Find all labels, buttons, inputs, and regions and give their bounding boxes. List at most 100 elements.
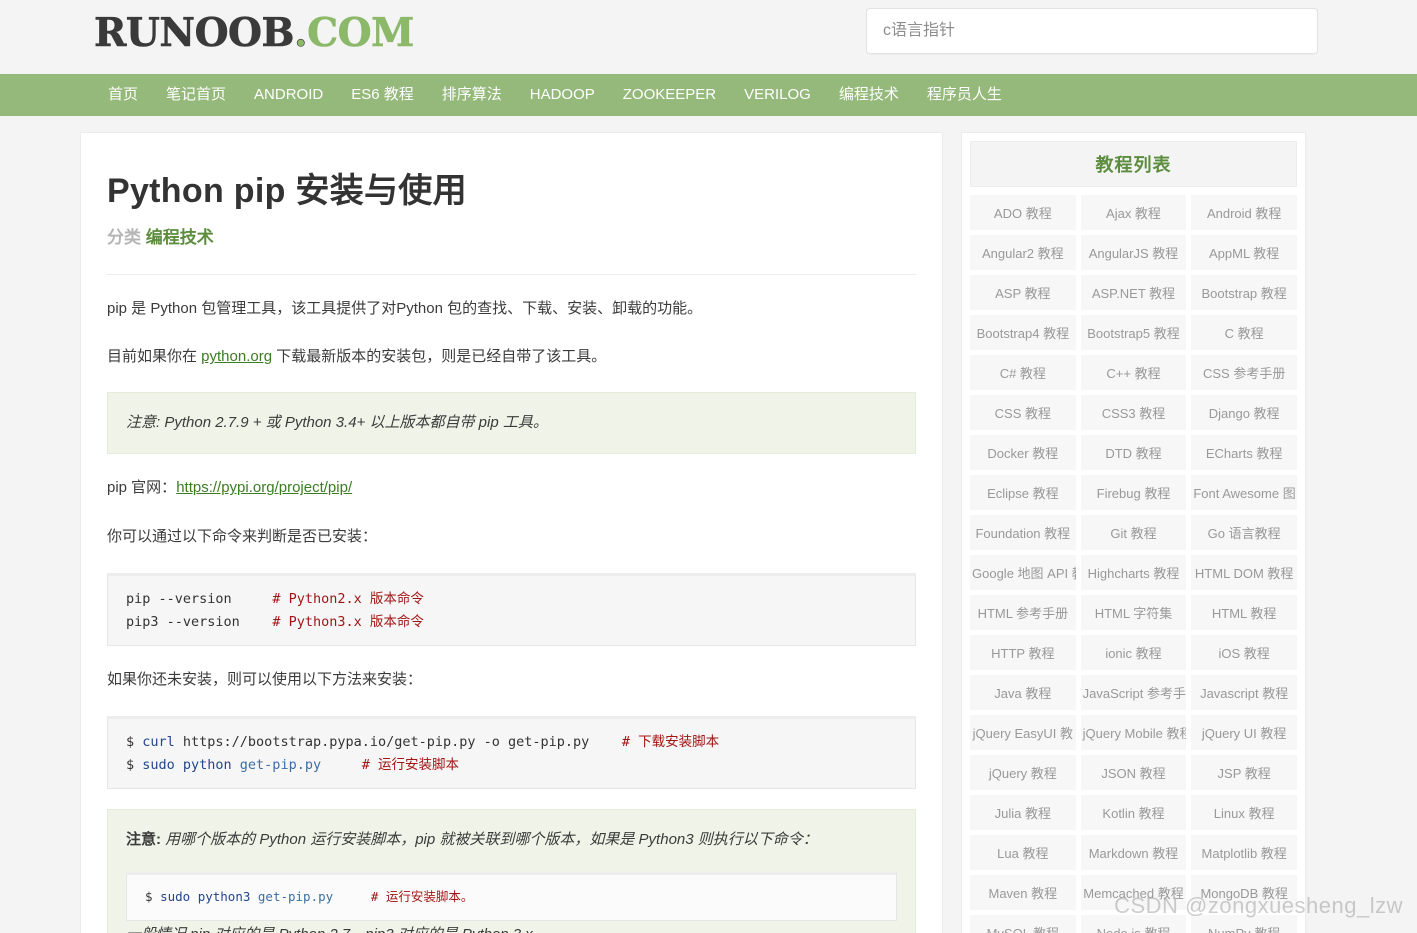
code1-line1-gap [232,591,273,607]
tutorial-tile[interactable]: Highcharts 教程 [1080,555,1187,590]
tutorial-tile[interactable]: HTML DOM 教程 [1191,555,1297,590]
tutorial-tile[interactable]: iOS 教程 [1191,635,1297,670]
tutorial-tile[interactable]: HTML 教程 [1191,595,1297,630]
paragraph-intro: pip 是 Python 包管理工具，该工具提供了对Python 包的查找、下载… [107,299,703,317]
site-logo[interactable]: RUNOOB.COM [94,6,415,60]
nav-item-programming[interactable]: 编程技术 [825,74,913,116]
tutorial-tile[interactable]: Django 教程 [1191,395,1297,430]
tutorial-tile[interactable]: Markdown 教程 [1080,835,1187,870]
tutorial-tile[interactable]: C 教程 [1191,315,1297,350]
tutorial-tile[interactable]: Maven 教程 [970,875,1076,910]
tutorial-tile[interactable]: ECharts 教程 [1191,435,1297,470]
nav-item-coder-life[interactable]: 程序员人生 [913,74,1016,116]
tutorial-tile[interactable]: Google 地图 API 教 [970,555,1076,590]
code2-line2-gap [321,757,362,773]
tutorial-tile[interactable]: ASP 教程 [970,275,1076,310]
tutorial-tile[interactable]: Linux 教程 [1191,795,1297,830]
tutorial-tile[interactable]: Bootstrap4 教程 [970,315,1076,350]
category-label: 分类 [107,227,141,247]
nav-item-sorting[interactable]: 排序算法 [428,74,516,116]
nav-item-android[interactable]: ANDROID [240,74,337,116]
note-python3-tail: 一般情况 pip 对应的是 Python 2.7，pip3 对应的是 Pytho… [126,921,897,933]
code2-line2-file: get-pip.py [231,756,322,773]
tutorial-tile[interactable]: ionic 教程 [1080,635,1187,670]
note-python3-body: 用哪个版本的 Python 运行安装脚本，pip 就被关联到哪个版本，如果是 P… [161,830,818,848]
article-content: Python pip 安装与使用 分类 编程技术 pip 是 Python 包管… [81,169,942,933]
header-divider [107,273,916,275]
code2-line1-prompt: $ [126,734,143,751]
search-box[interactable] [866,8,1318,54]
tutorial-tile[interactable]: Node.js 教程 [1080,915,1187,933]
tutorial-tile[interactable]: Docker 教程 [970,435,1076,470]
tutorial-tile[interactable]: CSS3 教程 [1080,395,1187,430]
code3-comment: # 运行安装脚本。 [370,889,474,905]
main-navigation: 首页 笔记首页 ANDROID ES6 教程 排序算法 HADOOP ZOOKE… [0,74,1417,116]
code2-line2-prompt: $ [126,756,143,773]
tutorial-tile[interactable]: Lua 教程 [970,835,1076,870]
tutorial-tile[interactable]: Eclipse 教程 [970,475,1076,510]
tutorial-tile[interactable]: CSS 参考手册 [1191,355,1297,390]
nav-item-es6[interactable]: ES6 教程 [337,74,428,116]
tutorial-tile[interactable]: AngularJS 教程 [1080,235,1187,270]
tutorial-tile[interactable]: Matplotlib 教程 [1191,835,1297,870]
tutorial-tile[interactable]: Memcached 教程 [1080,875,1187,910]
tutorial-tile[interactable]: Go 语言教程 [1191,515,1297,550]
tutorial-list-card: 教程列表 ADO 教程 Ajax 教程 Android 教程 Angular2 教程 A… [961,132,1306,933]
tutorial-tile[interactable]: Javascript 教程 [1191,675,1297,710]
tutorial-tile[interactable]: Git 教程 [1080,515,1187,550]
tutorial-tile[interactable]: jQuery UI 教程 [1191,715,1297,750]
code-block-python3-install[interactable]: $ sudo python3 get-pip.py # 运行安装脚本。 [126,872,897,922]
tutorial-tile[interactable]: DTD 教程 [1080,435,1187,470]
tutorial-tile[interactable]: Foundation 教程 [970,515,1076,550]
tutorial-tile[interactable]: MongoDB 教程 [1191,875,1297,910]
tutorial-tile[interactable]: JavaScript 参考手 [1080,675,1187,710]
nav-item-hadoop[interactable]: HADOOP [516,74,609,116]
tutorial-tile[interactable]: HTML 参考手册 [970,595,1076,630]
tutorial-tile[interactable]: JSON 教程 [1080,755,1187,790]
nav-item-home[interactable]: 首页 [94,74,152,116]
logo-text-com: COM [307,10,415,57]
tutorial-tile[interactable]: Font Awesome 图 [1191,475,1297,510]
tutorial-tile[interactable]: CSS 教程 [970,395,1076,430]
tutorial-tile[interactable]: HTML 字符集 [1080,595,1187,630]
page-title: Python pip 安装与使用 [107,172,467,210]
code2-line1-keyword: curl [142,734,175,751]
search-input[interactable] [867,9,1317,53]
pypi-link[interactable]: https://pypi.org/project/pip/ [176,479,352,496]
tutorial-tile[interactable]: Java 教程 [970,675,1076,710]
tutorial-tile[interactable]: MySQL 教程 [970,915,1076,933]
tutorial-tile[interactable]: Angular2 教程 [970,235,1076,270]
tutorial-tile[interactable]: JSP 教程 [1191,755,1297,790]
nav-item-zookeeper[interactable]: ZOOKEEPER [609,74,730,116]
tutorial-tile[interactable]: ADO 教程 [970,195,1076,230]
category-value[interactable]: 编程技术 [146,228,214,247]
code-block-curl-install[interactable]: $ curl https://bootstrap.pypa.io/get-pip… [107,716,916,789]
tutorial-tile[interactable]: NumPy 教程 [1191,915,1297,933]
tutorial-tile[interactable]: Bootstrap 教程 [1191,275,1297,310]
note-python3-heading: 注意: 用哪个版本的 Python 运行安装脚本，pip 就被关联到哪个版本，如… [126,826,897,855]
paragraph-pythonorg: 目前如果你在 python.org 下载最新版本的安装包，则是已经自带了该工具。 [107,343,916,372]
nav-item-verilog[interactable]: VERILOG [730,74,825,116]
tutorial-tile[interactable]: C++ 教程 [1080,355,1187,390]
tutorial-tile[interactable]: C# 教程 [970,355,1076,390]
tutorial-tile[interactable]: Ajax 教程 [1080,195,1187,230]
tutorial-tile[interactable]: HTTP 教程 [970,635,1076,670]
tutorial-tile[interactable]: jQuery 教程 [970,755,1076,790]
code3-gap [333,889,371,904]
page-root: RUNOOB.COM 首页 笔记首页 ANDROID ES6 教程 排序算法 H… [0,0,1417,933]
tutorial-tile[interactable]: AppML 教程 [1191,235,1297,270]
tutorial-tile[interactable]: Julia 教程 [970,795,1076,830]
code-block-version-check[interactable]: pip --version # Python2.x 版本命令 pip3 --ve… [107,573,916,646]
tutorial-tile[interactable]: jQuery Mobile 教程 [1080,715,1187,750]
tutorial-tile[interactable]: Bootstrap5 教程 [1080,315,1187,350]
article-category: 分类 编程技术 [107,223,916,248]
tutorial-tile[interactable]: jQuery EasyUI 教 [970,715,1076,750]
note-version-text: 注意: Python 2.7.9 + 或 Python 3.4+ 以上版本都自带… [126,413,548,431]
tutorial-tile[interactable]: Kotlin 教程 [1080,795,1187,830]
nav-item-notes-home[interactable]: 笔记首页 [152,74,240,116]
code1-line1-comment: # Python2.x 版本命令 [272,591,424,608]
python-org-link[interactable]: python.org [201,348,272,365]
tutorial-tile[interactable]: Firebug 教程 [1080,475,1187,510]
tutorial-tile[interactable]: Android 教程 [1191,195,1297,230]
tutorial-tile[interactable]: ASP.NET 教程 [1080,275,1187,310]
